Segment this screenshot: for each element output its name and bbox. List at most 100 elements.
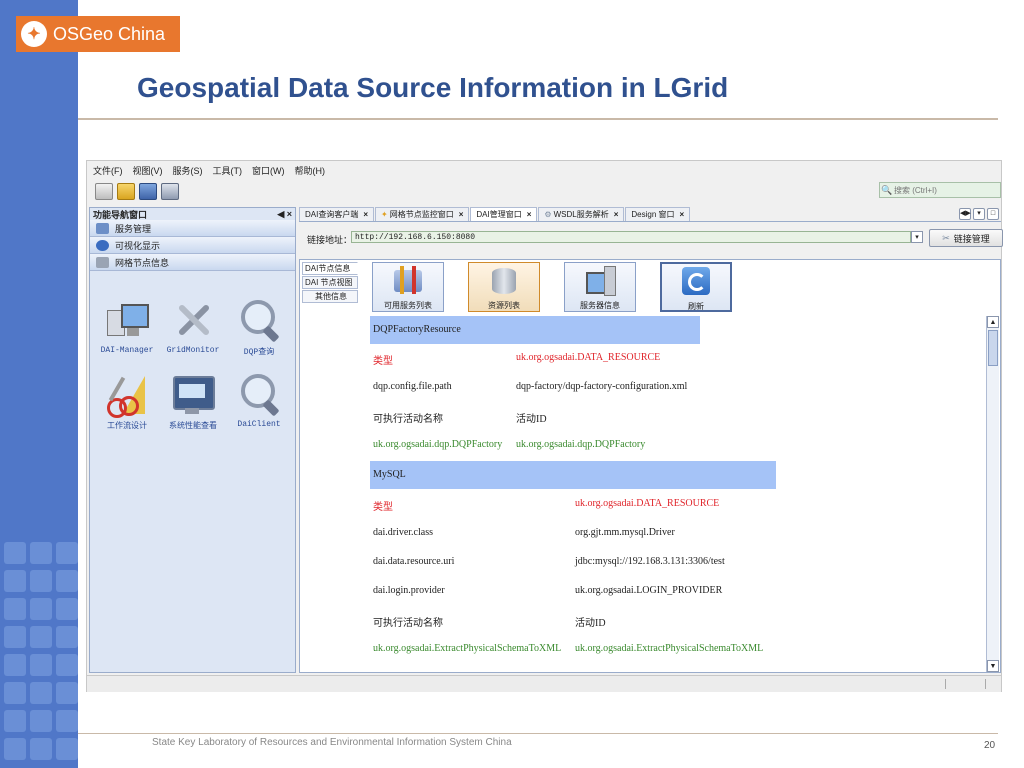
maximize-icon[interactable]: □ <box>987 208 999 220</box>
property-value: jdbc:mysql://192.168.3.131:3306/test <box>575 556 725 567</box>
property-key: dai.login.provider <box>373 585 445 596</box>
search-input[interactable] <box>894 185 992 195</box>
chevron-down-icon[interactable]: ▾ <box>911 231 923 243</box>
nav-item-service-management[interactable]: 服务管理 <box>90 220 295 237</box>
tool-grid-monitor[interactable]: GridMonitor <box>160 298 226 355</box>
subtab-other-info[interactable]: 其他信息 <box>302 290 358 303</box>
property-row: 类型 uk.org.ogsadai.DATA_RESOURCE <box>370 352 970 367</box>
menu-bar: 文件(F) 视图(V) 服务(S) 工具(T) 窗口(W) 帮助(H) <box>87 161 1001 179</box>
slide-title: Geospatial Data Source Information in LG… <box>137 72 729 103</box>
close-icon[interactable]: × <box>680 210 685 219</box>
tool-performance-view[interactable]: 系统性能查看 <box>160 372 226 431</box>
tool-dai-client[interactable]: DaiClient <box>226 372 292 429</box>
magnifier-icon <box>237 372 281 417</box>
tab-list-icon[interactable]: ▾ <box>973 208 985 220</box>
menu-view[interactable]: 视图(V) <box>133 164 163 177</box>
action-label: 资源列表 <box>488 301 520 310</box>
magnifier-icon <box>237 298 281 343</box>
scissors-ruler-icon <box>105 372 149 418</box>
resource-properties: DQPFactoryResource 类型 uk.org.ogsadai.DAT… <box>370 316 982 672</box>
available-services-button[interactable]: 可用服务列表 <box>372 262 444 312</box>
tool-dai-manager[interactable]: DAI-Manager <box>94 298 160 355</box>
tab-wsdl-parser[interactable]: ⚙ WSDL服务解析 × <box>538 207 625 221</box>
search-icon[interactable]: 🔍 <box>880 185 894 196</box>
link-address-label: 链接地址： <box>307 235 353 245</box>
property-key: uk.org.ogsadai.ExtractPhysicalSchemaToXM… <box>373 643 562 654</box>
scrollbar-thumb[interactable] <box>988 330 998 366</box>
nav-panel-controls[interactable]: ◀ × <box>277 209 292 220</box>
property-key: uk.org.ogsadai.dqp.DQPFactory <box>373 439 503 450</box>
property-value: org.gjt.mm.mysql.Driver <box>575 527 675 538</box>
node-subtabs: DAI节点信息 DAI 节点视图 其他信息 <box>302 262 358 304</box>
decor-tile <box>4 570 26 592</box>
nav-item-grid-node-info[interactable]: 网格节点信息 <box>90 254 295 271</box>
tab-grid-node-monitor[interactable]: ✦ 网格节点监控窗口 × <box>375 207 470 221</box>
decor-tile <box>4 710 26 732</box>
decor-tile <box>30 710 52 732</box>
decor-tile <box>56 570 78 592</box>
property-value: uk.org.ogsadai.DATA_RESOURCE <box>575 498 720 509</box>
network-icon[interactable] <box>161 183 179 200</box>
nav-item-label: 服务管理 <box>115 223 152 234</box>
nav-panel-title: 功能导航窗口 <box>93 209 148 220</box>
link-address-input[interactable]: http://192.168.6.150:8080 <box>351 231 911 243</box>
nav-item-visualization[interactable]: 可视化显示 <box>90 237 295 254</box>
subtab-dai-node-info[interactable]: DAI节点信息 <box>302 262 358 275</box>
close-icon[interactable]: × <box>363 210 368 219</box>
resource-list-button[interactable]: 资源列表 <box>468 262 540 312</box>
tab-dai-management[interactable]: DAI管理窗口 × <box>470 207 538 221</box>
property-value: 活动ID <box>575 618 606 629</box>
tab-dai-query-client[interactable]: DAI查询客户端 × <box>299 207 375 221</box>
tool-dqp-query[interactable]: DQP查询 <box>226 298 292 357</box>
new-file-icon[interactable] <box>95 183 113 200</box>
scroll-left-icon[interactable]: ◀▶ <box>959 208 971 220</box>
nav-item-label: 可视化显示 <box>115 240 161 251</box>
link-management-button[interactable]: ✂ 链接管理 <box>929 229 1003 247</box>
tool-label: 系统性能查看 <box>169 422 217 431</box>
osgeo-logo: ✦ OSGeo China <box>16 16 180 52</box>
property-key: dai.driver.class <box>373 527 433 538</box>
tab-label: DAI查询客户端 <box>305 210 359 219</box>
decor-tile <box>30 682 52 704</box>
menu-service[interactable]: 服务(S) <box>173 164 203 177</box>
status-divider <box>985 679 986 689</box>
tab-label: WSDL服务解析 <box>553 210 609 219</box>
decor-tile <box>4 598 26 620</box>
decor-tile <box>56 542 78 564</box>
decor-tile <box>4 682 26 704</box>
refresh-button[interactable]: 刷新 <box>660 262 732 312</box>
tool-label: GridMonitor <box>166 346 220 355</box>
close-icon[interactable]: × <box>614 210 619 219</box>
menu-window[interactable]: 窗口(W) <box>252 164 285 177</box>
property-key: dai.data.resource.uri <box>373 556 455 567</box>
server-info-button[interactable]: 服务器信息 <box>564 262 636 312</box>
menu-file[interactable]: 文件(F) <box>93 164 123 177</box>
tab-design-window[interactable]: Design 窗口 × <box>625 207 691 221</box>
title-divider <box>78 118 998 120</box>
action-buttons: 可用服务列表 资源列表 服务器信息 刷新 <box>372 262 972 314</box>
globe-icon <box>96 239 109 251</box>
scroll-up-icon[interactable]: ▲ <box>987 316 999 328</box>
status-bar <box>87 675 1001 692</box>
decor-tile <box>4 738 26 760</box>
menu-help[interactable]: 帮助(H) <box>295 164 326 177</box>
dai-management-content: DAI节点信息 DAI 节点视图 其他信息 可用服务列表 资源列表 服务器信息 … <box>299 259 1001 673</box>
property-row: uk.org.ogsadai.ExtractPhysicalSchemaToXM… <box>370 643 970 657</box>
menu-tools[interactable]: 工具(T) <box>213 164 243 177</box>
property-key: 可执行活动名称 <box>373 414 443 425</box>
subtab-dai-node-view[interactable]: DAI 节点视图 <box>302 276 358 289</box>
property-value: uk.org.ogsadai.DATA_RESOURCE <box>516 352 661 363</box>
open-folder-icon[interactable] <box>117 183 135 200</box>
scroll-down-icon[interactable]: ▼ <box>987 660 999 672</box>
decor-tile <box>30 570 52 592</box>
page-number: 20 <box>984 740 996 751</box>
tool-label: DAI-Manager <box>100 346 154 355</box>
property-row: 可执行活动名称 活动ID <box>370 614 970 629</box>
decor-tile <box>56 682 78 704</box>
close-icon[interactable]: × <box>459 210 464 219</box>
vertical-scrollbar[interactable]: ▲ ▼ <box>986 316 999 672</box>
deploy-icon[interactable] <box>139 183 157 200</box>
decor-tile <box>30 598 52 620</box>
close-icon[interactable]: × <box>527 210 532 219</box>
tool-workflow-design[interactable]: 工作流设计 <box>94 372 160 431</box>
